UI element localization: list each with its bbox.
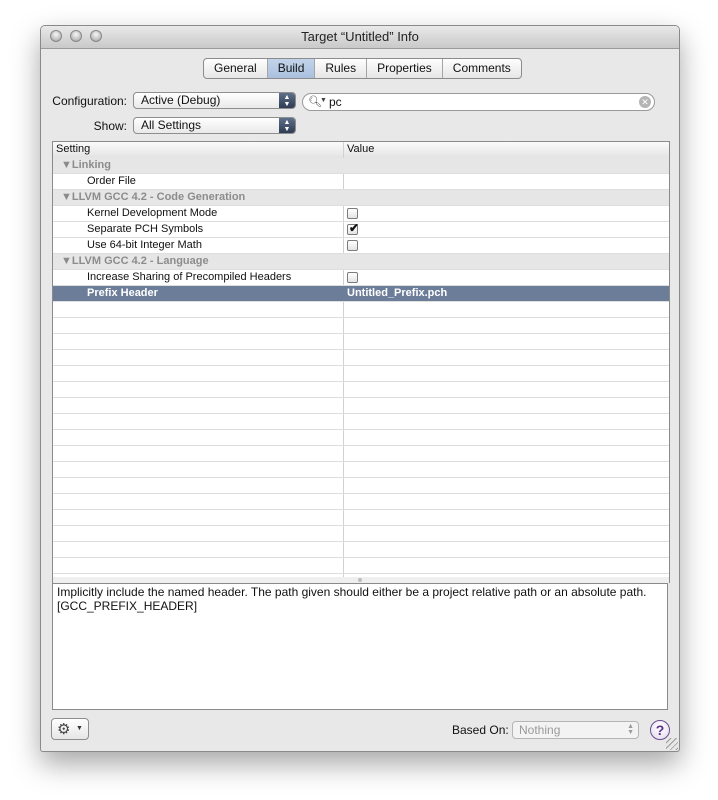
tab-properties[interactable]: Properties <box>367 59 443 78</box>
empty-table-row <box>53 446 669 462</box>
show-label: Show: <box>93 119 127 133</box>
group-row-linking[interactable]: ▼Linking <box>53 158 669 174</box>
configuration-popup[interactable]: Active (Debug) ▲ ▼ <box>133 92 296 109</box>
kernel-development-mode-checkbox[interactable] <box>347 208 358 219</box>
group-row-language[interactable]: ▼LLVM GCC 4.2 - Language <box>53 254 669 270</box>
empty-table-row <box>53 494 669 510</box>
setting-name: Increase Sharing of Precompiled Headers <box>87 271 292 283</box>
search-input[interactable] <box>329 95 629 109</box>
setting-name: Kernel Development Mode <box>87 207 218 219</box>
show-value: All Settings <box>141 118 202 132</box>
based-on-popup[interactable]: Nothing ▲ ▼ <box>512 721 639 739</box>
group-title: ▼LLVM GCC 4.2 - Language <box>61 255 209 267</box>
drag-handle-icon <box>358 578 362 582</box>
empty-table-row <box>53 542 669 558</box>
table-row[interactable]: Increase Sharing of Precompiled Headers <box>53 270 669 286</box>
gear-icon: ⚙ <box>57 721 71 738</box>
description-text: Implicitly include the named header. The… <box>57 585 647 599</box>
description-build-setting-name: [GCC_PREFIX_HEADER] <box>57 599 198 613</box>
empty-table-row <box>53 478 669 494</box>
setting-name: Order File <box>87 175 136 187</box>
table-row[interactable]: Use 64-bit Integer Math <box>53 238 669 254</box>
configuration-value: Active (Debug) <box>141 93 221 107</box>
increase-sharing-checkbox[interactable] <box>347 272 358 283</box>
window-title: Target “Untitled” Info <box>301 29 419 44</box>
resize-grip-icon[interactable] <box>666 738 678 750</box>
clear-icon[interactable]: ✕ <box>639 96 651 108</box>
tab-general[interactable]: General <box>204 59 268 78</box>
empty-table-row <box>53 350 669 366</box>
show-popup[interactable]: All Settings ▲ ▼ <box>133 117 296 134</box>
configuration-label: Configuration: <box>52 94 127 108</box>
tab-bar: General Build Rules Properties Comments <box>203 58 522 79</box>
table-row[interactable]: Kernel Development Mode <box>53 206 669 222</box>
based-on-label: Based On: <box>452 723 509 737</box>
setting-name: Use 64-bit Integer Math <box>87 239 202 251</box>
group-title: ▼Linking <box>61 159 111 171</box>
target-info-window: Target “Untitled” Info General Build Rul… <box>40 25 680 752</box>
tab-build[interactable]: Build <box>267 59 316 78</box>
setting-name: Prefix Header <box>87 287 158 299</box>
empty-table-row <box>53 382 669 398</box>
use-64-bit-integer-math-checkbox[interactable] <box>347 240 358 251</box>
help-icon[interactable]: ? <box>650 720 670 740</box>
empty-table-row <box>53 526 669 542</box>
title-bar: Target “Untitled” Info <box>41 26 679 49</box>
table-row-selected[interactable]: Prefix Header Untitled_Prefix.pch <box>53 286 669 302</box>
search-field[interactable]: 🔍︎ ▼ ✕ <box>302 93 655 111</box>
popup-arrows-icon: ▲ ▼ <box>279 118 295 133</box>
empty-table-row <box>53 462 669 478</box>
setting-name: Separate PCH Symbols <box>87 223 204 235</box>
action-menu-button[interactable]: ⚙ ▼ <box>51 718 89 740</box>
separate-pch-symbols-checkbox[interactable]: ✔ <box>347 221 360 235</box>
empty-table-row <box>53 334 669 350</box>
checkmark-icon: ✔ <box>349 221 360 235</box>
group-title: ▼LLVM GCC 4.2 - Code Generation <box>61 191 246 203</box>
tab-comments[interactable]: Comments <box>443 59 521 78</box>
table-row[interactable]: Separate PCH Symbols ✔ <box>53 221 669 238</box>
setting-value[interactable]: Untitled_Prefix.pch <box>347 287 447 299</box>
empty-table-row <box>53 398 669 414</box>
search-menu-caret-icon[interactable]: ▼ <box>320 97 327 104</box>
popup-arrows-icon: ▲ ▼ <box>279 93 295 108</box>
tab-rules[interactable]: Rules <box>315 59 368 78</box>
based-on-value: Nothing <box>519 723 561 737</box>
empty-table-row <box>53 558 669 574</box>
table-row[interactable]: Order File <box>53 174 669 190</box>
chevron-down-icon: ▼ <box>76 725 83 732</box>
empty-table-row <box>53 318 669 334</box>
empty-table-row <box>53 430 669 446</box>
table-header: Setting Value <box>53 142 669 159</box>
empty-table-row <box>53 366 669 382</box>
popup-arrows-icon: ▲ ▼ <box>627 723 634 736</box>
build-settings-table: Setting Value ▼Linking Order File ▼LLVM … <box>52 141 670 579</box>
empty-table-row <box>53 414 669 430</box>
group-row-code-generation[interactable]: ▼LLVM GCC 4.2 - Code Generation <box>53 190 669 206</box>
empty-table-row <box>53 510 669 526</box>
setting-description: Implicitly include the named header. The… <box>52 583 668 710</box>
setting-column-header[interactable]: Setting <box>56 143 90 155</box>
empty-table-row <box>53 302 669 318</box>
value-column-header[interactable]: Value <box>347 143 374 155</box>
